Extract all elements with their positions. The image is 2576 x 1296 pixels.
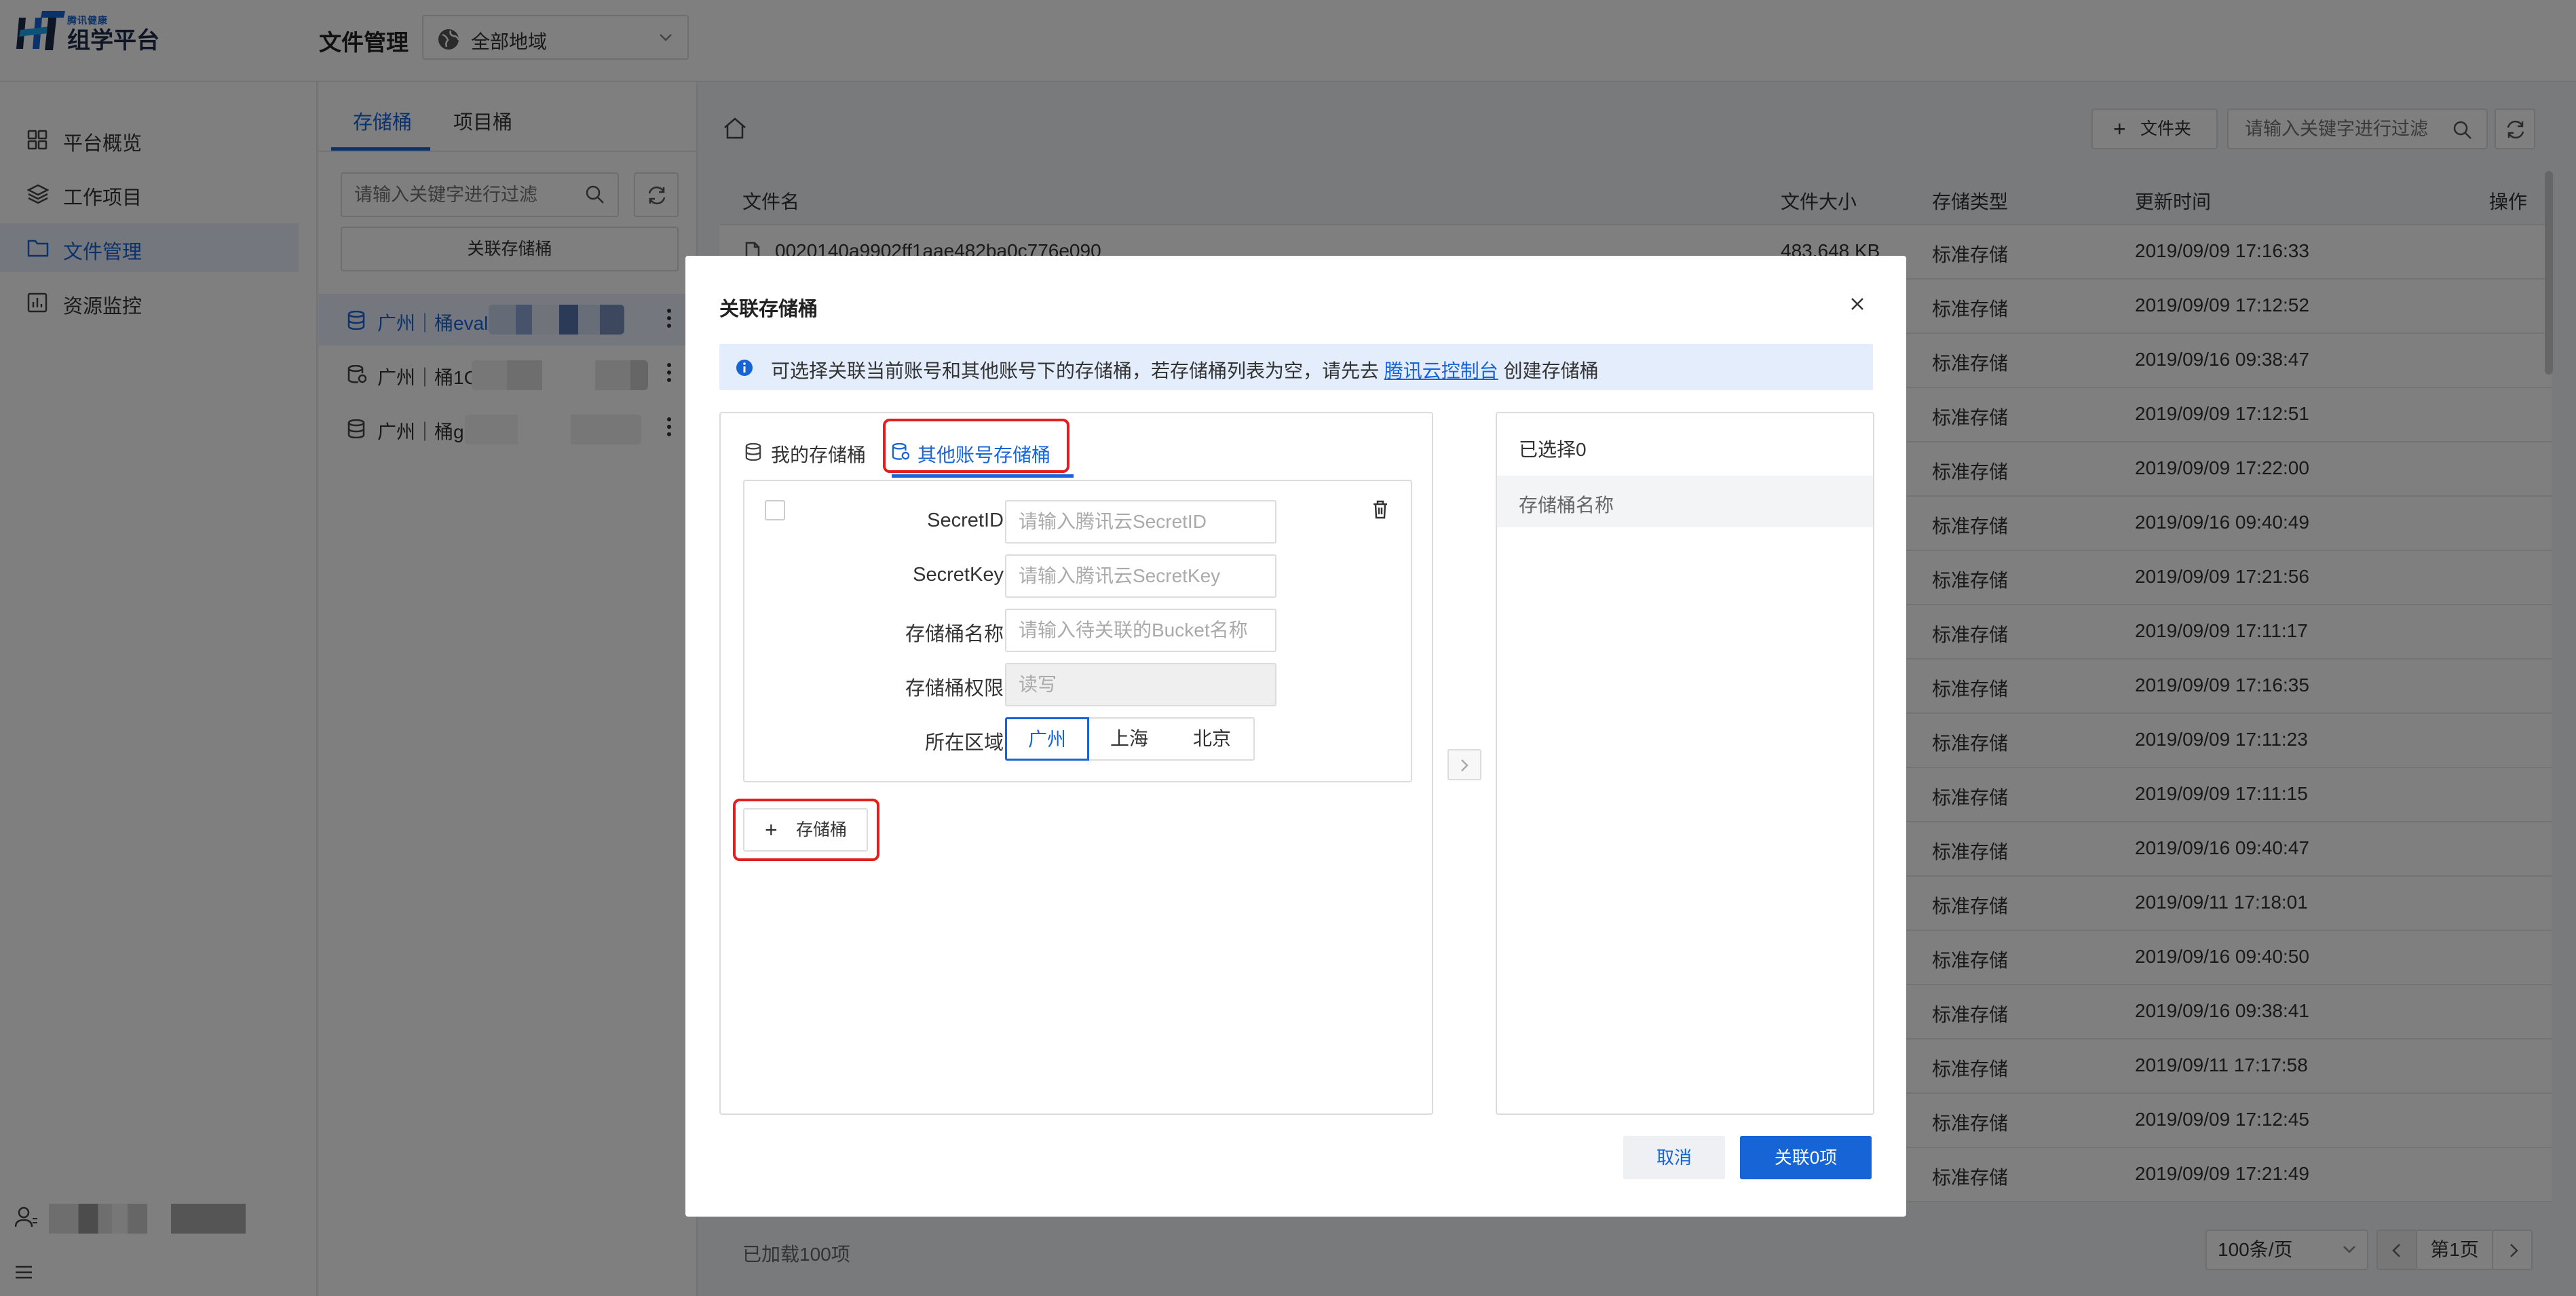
tab-active-indicator — [892, 474, 1074, 478]
dialog-title: 关联存储桶 — [719, 299, 818, 320]
secret-key-label: SecretKey: — [913, 564, 1009, 586]
add-bucket-button[interactable]: + 存储桶 — [743, 808, 868, 852]
database-icon — [745, 443, 761, 461]
confirm-link-button[interactable]: 关联0项 — [1740, 1136, 1872, 1179]
chevron-right-icon — [1461, 759, 1469, 771]
close-icon[interactable] — [1850, 297, 1865, 311]
secret-key-input[interactable] — [1005, 554, 1276, 598]
secret-id-input[interactable] — [1005, 500, 1276, 544]
secret-id-label: SecretID: — [927, 510, 1009, 531]
cancel-button[interactable]: 取消 — [1623, 1136, 1725, 1179]
region-label: 所在区域: — [924, 732, 1009, 754]
region-option-guangzhou[interactable]: 广州 — [1005, 717, 1089, 761]
bucket-source-panel: 我的存储桶 其他账号存储桶 SecretID: SecretKey: 存储桶名称… — [719, 412, 1433, 1115]
form-checkbox[interactable] — [765, 500, 785, 520]
permission-label: 存储桶权限: — [905, 678, 1009, 700]
bucket-name-input[interactable] — [1005, 609, 1276, 652]
info-text: 可选择关联当前账号和其他账号下的存储桶，若存储桶列表为空，请先去 — [771, 360, 1380, 381]
transfer-right-button[interactable] — [1447, 749, 1481, 780]
trash-icon[interactable] — [1372, 500, 1388, 519]
info-text-suffix: 创建存储桶 — [1503, 360, 1599, 381]
console-link[interactable]: 腾讯云控制台 — [1384, 360, 1498, 381]
permission-field: 读写 — [1005, 663, 1276, 706]
bucket-form-card: SecretID: SecretKey: 存储桶名称: 存储桶权限: 读写 所在… — [743, 480, 1412, 782]
selected-column-label: 存储桶名称 — [1519, 495, 1614, 516]
selected-buckets-panel: 已选择0 存储桶名称 — [1496, 412, 1874, 1115]
selected-list-header: 存储桶名称 — [1497, 476, 1873, 527]
region-option-shanghai[interactable]: 上海 — [1088, 717, 1172, 761]
bucket-name-label: 存储桶名称: — [905, 624, 1009, 645]
info-banner: 可选择关联当前账号和其他账号下的存储桶，若存储桶列表为空，请先去 腾讯云控制台 … — [719, 344, 1873, 390]
info-icon — [736, 360, 753, 376]
highlight-box-tab — [883, 419, 1069, 473]
plus-icon: + — [765, 818, 778, 842]
selected-count: 已选择0 — [1519, 439, 1587, 460]
tab-label: 我的存储桶 — [771, 444, 867, 465]
link-bucket-dialog: 关联存储桶 可选择关联当前账号和其他账号下的存储桶，若存储桶列表为空，请先去 腾… — [685, 256, 1906, 1217]
add-bucket-label: 存储桶 — [796, 820, 848, 839]
region-option-beijing[interactable]: 北京 — [1171, 717, 1255, 761]
